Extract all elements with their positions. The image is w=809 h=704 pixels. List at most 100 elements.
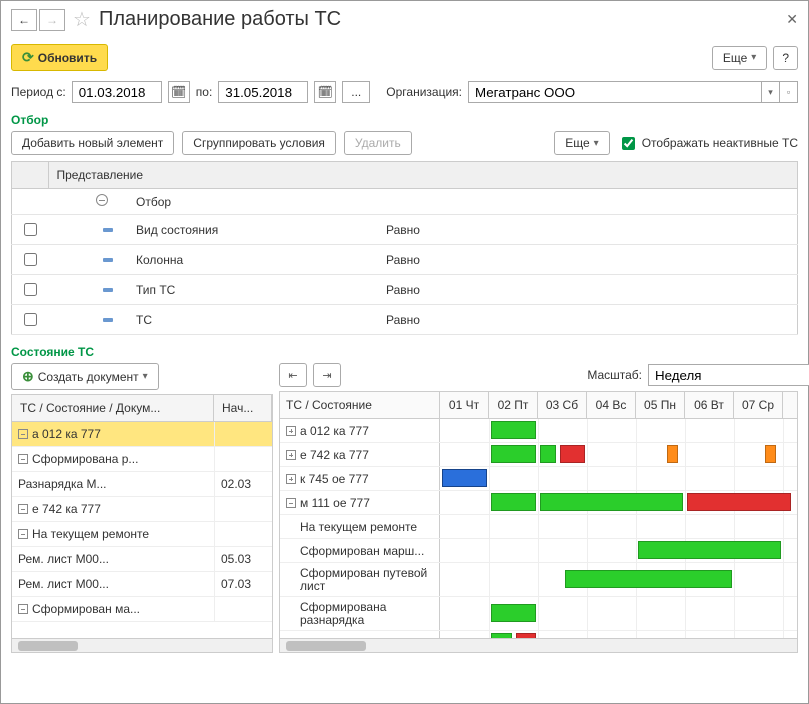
gantt-row[interactable]: у 548 ко 777 [280,631,797,638]
expand-icon[interactable] [286,638,296,639]
gantt-day-header: 03 Сб [538,392,587,418]
expand-icon[interactable] [286,498,296,508]
org-open-button[interactable]: ▫ [780,81,798,103]
gantt-day-header: 01 Чт [440,392,489,418]
org-input[interactable] [468,81,762,103]
filter-row[interactable]: Тип ТС Равно [12,275,798,305]
filter-row[interactable]: ТС Равно [12,305,798,335]
tree-row[interactable]: Рем. лист М00... 05.03 [12,547,272,572]
dash-icon [103,318,113,322]
expand-icon[interactable] [18,454,28,464]
expand-icon[interactable] [18,504,28,514]
dash-icon [103,228,113,232]
collapse-all-button[interactable]: ⇤ [279,363,307,387]
tree-table: ТС / Состояние / Докум... Нач... а 012 к… [11,394,273,653]
create-document-button[interactable]: ⊕ Создать документ ▾ [11,363,159,390]
gantt-bar[interactable] [491,604,536,622]
filter-more-button[interactable]: Еще [554,131,609,155]
gantt-row[interactable]: На текущем ремонте [280,515,797,539]
filter-col-representation[interactable]: Представление [48,162,798,189]
update-button[interactable]: ⟳ Обновить [11,44,108,71]
tree-scrollbar-h[interactable] [12,638,272,652]
gantt-bar[interactable] [687,493,791,511]
expand-icon[interactable] [286,474,296,484]
delete-button[interactable]: Удалить [344,131,412,155]
dash-icon [103,288,113,292]
tree-row[interactable]: Разнарядка М...02.03 [12,472,272,497]
filter-row-checkbox[interactable] [24,313,37,326]
collapse-icon[interactable] [96,194,108,206]
tree-col-doc[interactable]: ТС / Состояние / Докум... [12,395,214,421]
period-from-calendar[interactable]: 🗓 [168,81,190,103]
gantt-bar[interactable] [491,633,512,638]
expand-icon[interactable] [286,450,296,460]
expand-all-button[interactable]: ⇥ [313,363,341,387]
gantt-bar[interactable] [667,445,678,463]
gantt-scrollbar-h[interactable] [280,638,797,652]
calendar-icon: 🗓 [171,85,186,99]
add-element-button[interactable]: Добавить новый элемент [11,131,174,155]
tree-row[interactable]: Сформирована р... [12,447,272,472]
more-button[interactable]: Еще [712,46,767,70]
period-from-input[interactable] [72,81,162,103]
gantt-bar[interactable] [491,493,536,511]
gantt-bar[interactable] [560,445,585,463]
filter-row[interactable]: Колонна Равно [12,245,798,275]
expand-icon[interactable] [18,429,28,439]
expand-icon[interactable] [286,426,296,436]
tree-row-start: 07.03 [214,572,272,596]
filter-row-checkbox[interactable] [24,283,37,296]
filter-section-title: Отбор [11,113,798,127]
expand-icon[interactable] [18,604,28,614]
show-inactive-input[interactable] [622,137,635,150]
period-to-input[interactable] [218,81,308,103]
tree-row[interactable]: а 012 ка 777 [12,422,272,447]
gantt-row[interactable]: Сформирована разнарядка [280,597,797,631]
filter-group-name[interactable]: Отбор [128,189,378,215]
gantt-row-label: Сформирован путевой лист [300,567,433,593]
gantt-day-header: 04 Вс [587,392,636,418]
tree-col-start[interactable]: Нач... [214,395,272,421]
tree-row-start [214,422,272,446]
tree-row[interactable]: На текущем ремонте [12,522,272,547]
gantt-bar[interactable] [442,469,487,487]
gantt-bar[interactable] [491,421,536,439]
expand-icon[interactable] [18,529,28,539]
nav-back[interactable]: ← [11,9,37,31]
filter-row[interactable]: Вид состояния Равно [12,215,798,245]
gantt-bar[interactable] [516,633,537,638]
period-select-button[interactable]: ... [342,81,370,103]
gantt-row[interactable]: Сформирован марш... [280,539,797,563]
org-dropdown-button[interactable]: ▾ [762,81,780,103]
gantt-row-label: м 111 ое 777 [300,496,370,510]
tree-row[interactable]: Рем. лист М00...07.03 [12,572,272,597]
scale-input[interactable] [648,364,809,386]
close-icon[interactable]: ✕ [786,11,798,28]
tree-row-start: 05.03 [214,547,272,571]
gantt-row[interactable]: м 111 ое 777 [280,491,797,515]
period-to-calendar[interactable]: 🗓 [314,81,336,103]
help-button[interactable]: ? [773,46,798,70]
gantt-row[interactable]: е 742 ка 777 [280,443,797,467]
gantt-row[interactable]: Сформирован путевой лист [280,563,797,597]
tree-row-label: Рем. лист М00... [18,552,109,566]
gantt-col-name[interactable]: ТС / Состояние [280,392,440,418]
gantt-row[interactable]: а 012 ка 777 [280,419,797,443]
gantt-bar[interactable] [765,445,776,463]
gantt-bar[interactable] [540,493,683,511]
filter-row-checkbox[interactable] [24,223,37,236]
tree-row[interactable]: Сформирован ма... [12,597,272,622]
gantt-chart: ТС / Состояние 01 Чт02 Пт03 Сб04 Вс05 Пн… [279,391,798,653]
gantt-bar[interactable] [638,541,781,559]
gantt-bar[interactable] [540,445,556,463]
show-inactive-checkbox[interactable]: Отображать неактивные ТС [618,134,798,153]
group-conditions-button[interactable]: Сгруппировать условия [182,131,336,155]
tree-row[interactable]: е 742 ка 777 [12,497,272,522]
tree-row-start [214,597,272,621]
gantt-row[interactable]: к 745 ое 777 [280,467,797,491]
gantt-bar[interactable] [565,570,733,588]
gantt-bar[interactable] [491,445,536,463]
favorite-icon[interactable]: ☆ [73,7,91,32]
filter-row-checkbox[interactable] [24,253,37,266]
nav-forward[interactable]: → [39,9,65,31]
